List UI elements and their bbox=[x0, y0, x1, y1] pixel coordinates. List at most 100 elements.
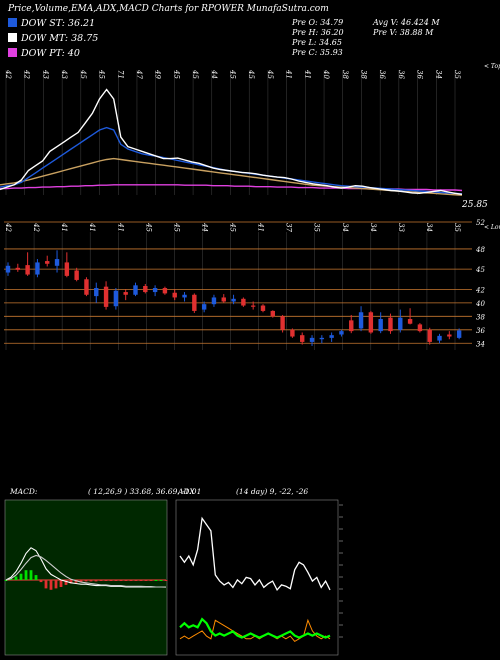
macd-histogram-bar bbox=[14, 576, 18, 580]
ema-top-label: 42 bbox=[23, 69, 31, 79]
price-low-label: 37 bbox=[285, 223, 293, 232]
price-low-label: 42 bbox=[4, 222, 12, 232]
price-low-label: 41 bbox=[257, 222, 265, 232]
price-low-label: 41 bbox=[88, 222, 96, 232]
macd-histogram-bar bbox=[129, 580, 133, 581]
ema-top-label: 42 bbox=[4, 69, 12, 79]
candle-body bbox=[84, 279, 89, 295]
candle-body bbox=[407, 319, 413, 324]
price-low-label: 35 bbox=[453, 223, 461, 232]
macd-histogram-bar bbox=[99, 580, 103, 581]
macd-histogram-bar bbox=[159, 580, 163, 581]
candle-body bbox=[417, 324, 423, 332]
candle-body bbox=[74, 270, 79, 280]
macd-histogram-bar bbox=[54, 580, 58, 589]
ema-panel: 42 42 43 43 45 45 71 47 49 45 45 44 45 45 45 41 41 40 38 38… bbox=[0, 63, 500, 210]
ema-top-label: 45 bbox=[79, 69, 87, 79]
ema-top-label: 43 bbox=[41, 69, 49, 79]
candle-body bbox=[133, 285, 138, 295]
price-low-label: 34 bbox=[369, 223, 377, 232]
candle-body bbox=[211, 297, 217, 305]
macd-histogram-bar bbox=[119, 580, 123, 581]
macd-histogram-bar bbox=[89, 580, 93, 582]
candle-body bbox=[437, 335, 442, 341]
macd-histogram-bar bbox=[164, 580, 168, 581]
candle-body bbox=[103, 286, 109, 307]
candle-body bbox=[349, 320, 354, 332]
candle-body bbox=[201, 304, 207, 310]
ema-top-label: 36 bbox=[378, 70, 386, 79]
candle-body bbox=[45, 261, 50, 264]
price-y-tick: 36 bbox=[476, 327, 485, 335]
ema-top-axis-label: < Tops bbox=[484, 63, 500, 70]
candle-body bbox=[290, 329, 295, 337]
macd-histogram-bar bbox=[149, 580, 153, 581]
price-y-tick: 52 bbox=[476, 219, 485, 227]
ema-top-label: 35 bbox=[453, 70, 461, 79]
candle-body bbox=[5, 265, 11, 273]
candle-body bbox=[221, 297, 226, 302]
ema-top-label: 45 bbox=[191, 69, 199, 79]
macd-histogram-bar bbox=[44, 580, 48, 589]
ema-top-label: 34 bbox=[434, 70, 442, 79]
macd-histogram-bar bbox=[154, 580, 158, 581]
candle-body bbox=[280, 316, 285, 330]
price-y-tick: 45 bbox=[475, 266, 485, 274]
macd-histogram-bar bbox=[29, 570, 33, 580]
candle-body bbox=[143, 286, 148, 293]
macd-histogram-bar bbox=[134, 580, 138, 581]
ema-top-label: 71 bbox=[116, 70, 124, 79]
macd-histogram-bar bbox=[19, 573, 23, 580]
candle-body bbox=[329, 335, 334, 338]
candle-body bbox=[378, 319, 383, 332]
candle-body bbox=[339, 331, 344, 335]
price-low-label: 45 bbox=[144, 222, 152, 232]
candle-body bbox=[300, 335, 305, 342]
macd-histogram-bar bbox=[114, 580, 118, 581]
price-y-tick: 42 bbox=[475, 286, 485, 294]
ema-top-label: 45 bbox=[98, 69, 106, 79]
candle-body bbox=[358, 312, 364, 329]
macd-histogram-bar bbox=[84, 580, 88, 582]
price-y-tick: 38 bbox=[476, 313, 485, 321]
macd-histogram-bar bbox=[24, 570, 28, 580]
chart-canvas: 42 42 43 43 45 45 71 47 49 45 45 44 45 45 45 41 41 40 38 38… bbox=[0, 63, 500, 656]
price-low-label: 44 bbox=[200, 222, 208, 232]
candle-body bbox=[398, 317, 403, 330]
macd-histogram-bar bbox=[139, 580, 143, 581]
macd-histogram-bar bbox=[94, 580, 98, 582]
price-low-label: 45 bbox=[172, 222, 180, 232]
candle-body bbox=[447, 334, 452, 337]
candle-body bbox=[231, 298, 236, 302]
candle-body bbox=[172, 292, 177, 298]
ema-top-label: 41 bbox=[285, 69, 293, 79]
macd-histogram-bar bbox=[104, 580, 108, 581]
candle-body bbox=[309, 337, 315, 342]
ema-top-label: 45 bbox=[229, 69, 237, 79]
candle-body bbox=[162, 288, 168, 294]
adx-panel: ADX (14 day) 9, -22, -26 bbox=[175, 487, 343, 656]
candle-body bbox=[123, 292, 128, 295]
price-low-label: 45 bbox=[229, 222, 237, 232]
candle-body bbox=[35, 262, 40, 275]
macd-histogram-bar bbox=[59, 580, 63, 587]
price-low-label: 34 bbox=[425, 223, 433, 232]
ema-top-label: 47 bbox=[135, 69, 143, 79]
macd-panel-bg bbox=[4, 499, 168, 656]
price-y-tick: 48 bbox=[475, 246, 485, 254]
candle-body bbox=[15, 267, 21, 270]
price-low-label: 34 bbox=[341, 223, 349, 232]
price-low-label: 41 bbox=[60, 222, 68, 232]
ema-top-label: 45 bbox=[172, 69, 180, 79]
ema-top-label: 45 bbox=[266, 69, 274, 79]
price-low-label: 35 bbox=[313, 223, 321, 232]
candle-body bbox=[260, 305, 266, 311]
ema-series-line bbox=[0, 88, 463, 195]
candle-body bbox=[427, 329, 432, 342]
macd-histogram-bar bbox=[39, 580, 43, 583]
adx-params: (14 day) 9, -22, -26 bbox=[236, 487, 308, 496]
adx-label: ADX bbox=[177, 487, 195, 496]
macd-label: MACD: bbox=[9, 487, 38, 496]
macd-histogram-bar bbox=[144, 580, 148, 581]
ema-last-value: 25.85 bbox=[461, 200, 488, 210]
